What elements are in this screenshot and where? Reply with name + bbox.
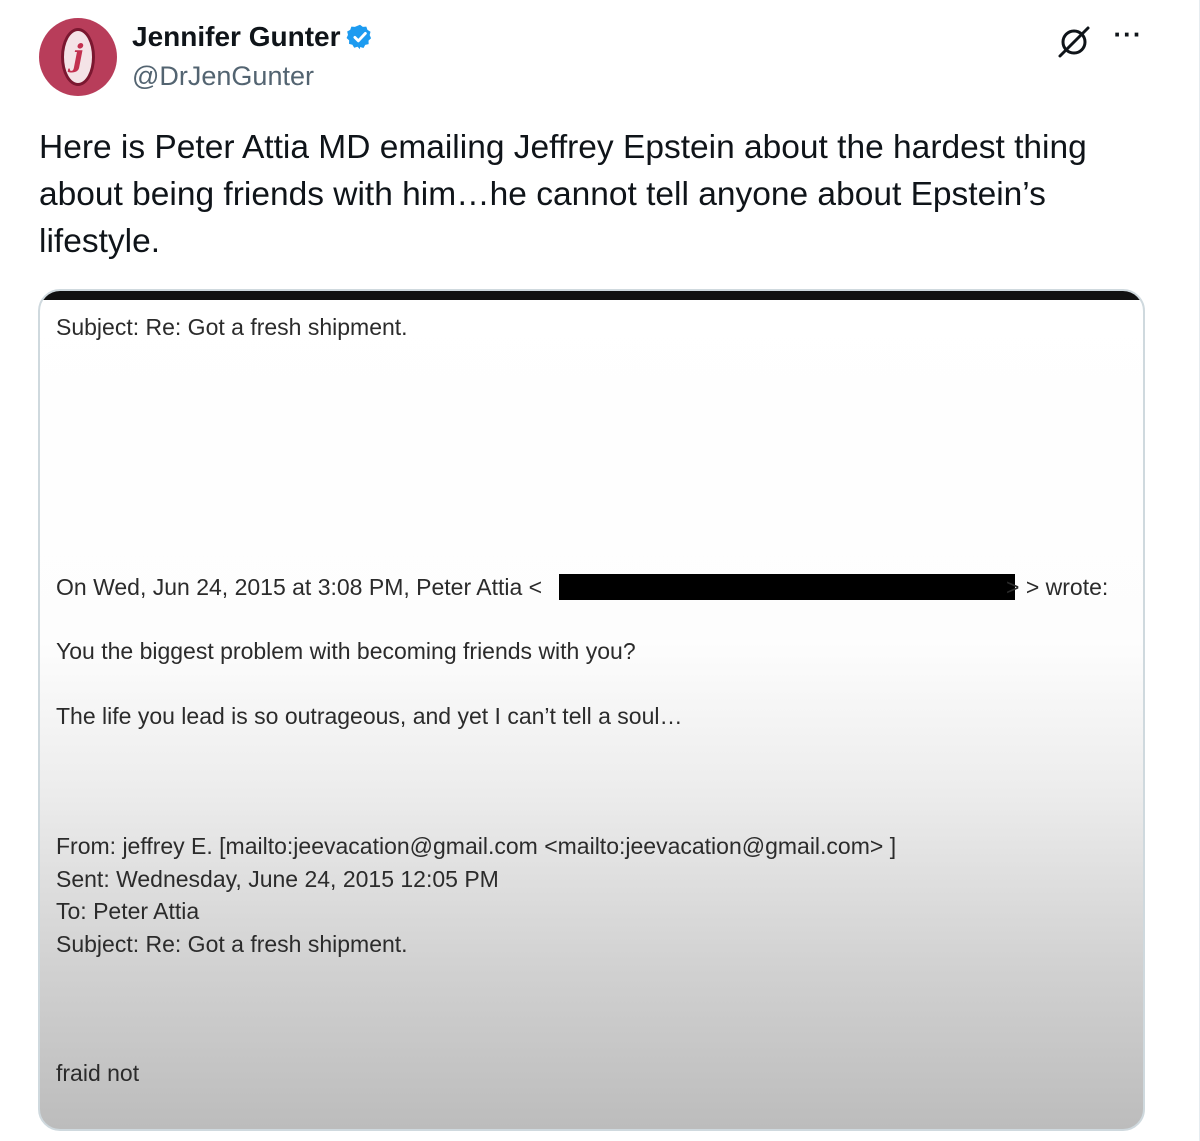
author-name-text: Jennifer Gunter xyxy=(132,21,341,52)
email-body-line-1: You the biggest problem with becoming fr… xyxy=(56,638,636,664)
email-reply-body: fraid not xyxy=(56,1060,140,1086)
tweet-text: Here is Peter Attia MD emailing Jeffrey … xyxy=(39,129,1087,260)
grok-icon[interactable] xyxy=(1054,22,1094,62)
email-from: From: jeffrey E. [mailto:jeevacation@gma… xyxy=(56,833,897,859)
email-to: To: Peter Attia xyxy=(56,898,200,924)
author-display-name[interactable]: Jennifer Gunter xyxy=(132,18,374,56)
avatar-letter: j xyxy=(72,39,84,74)
email-sent: Sent: Wednesday, June 24, 2015 12:05 PM xyxy=(56,866,499,892)
email-subject-top: Subject: Re: Got a fresh shipment. xyxy=(56,314,408,340)
redaction-bar xyxy=(559,574,1015,600)
avatar-emblem: j xyxy=(61,28,95,86)
media-top-border xyxy=(40,291,1143,300)
avatar[interactable]: j xyxy=(39,18,117,96)
author-handle[interactable]: @DrJenGunter xyxy=(132,58,314,94)
email-body-line-2: The life you lead is so outrageous, and … xyxy=(56,703,683,729)
email-quote-header: On Wed, Jun 24, 2015 at 3:08 PM, Peter A… xyxy=(56,574,543,600)
email-subject-bottom: Subject: Re: Got a fresh shipment. xyxy=(56,931,408,957)
email-quote-header-suffix: > > wrote: xyxy=(1006,574,1109,600)
tweet: j Jennifer Gunter @DrJenGunter ··· Here … xyxy=(0,0,1200,1141)
more-options-icon[interactable]: ··· xyxy=(1108,16,1148,56)
tweet-media-image[interactable]: Subject: Re: Got a fresh shipment. On We… xyxy=(38,289,1145,1131)
verified-badge-icon xyxy=(346,23,374,51)
